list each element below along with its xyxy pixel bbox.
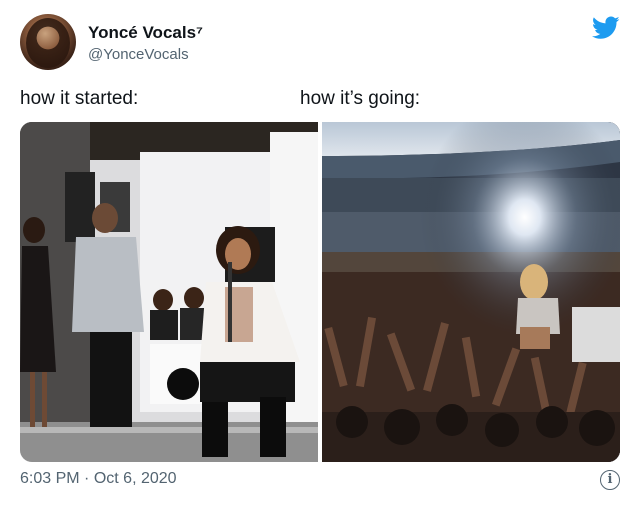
author-name[interactable]: Yoncé Vocals⁷ — [88, 23, 203, 43]
timestamp-separator: · — [84, 470, 90, 487]
twitter-bird-icon[interactable] — [592, 16, 620, 40]
photo-how-it-started[interactable] — [20, 122, 318, 462]
author-handle[interactable]: @YonceVocals — [88, 46, 189, 63]
tweet-time: 6:03 PM — [20, 470, 80, 487]
tweet-date: Oct 6, 2020 — [93, 470, 177, 487]
caption-how-it-started: how it started: — [20, 88, 139, 109]
caption-how-its-going: how it’s going: — [300, 88, 421, 109]
photo-how-its-going[interactable] — [322, 122, 620, 462]
info-icon[interactable]: i — [600, 470, 620, 490]
tweet-header: Yoncé Vocals⁷ @YonceVocals — [20, 14, 620, 74]
tweet-timestamp[interactable]: 6:03 PM · Oct 6, 2020 — [20, 470, 177, 488]
avatar[interactable] — [20, 14, 76, 70]
